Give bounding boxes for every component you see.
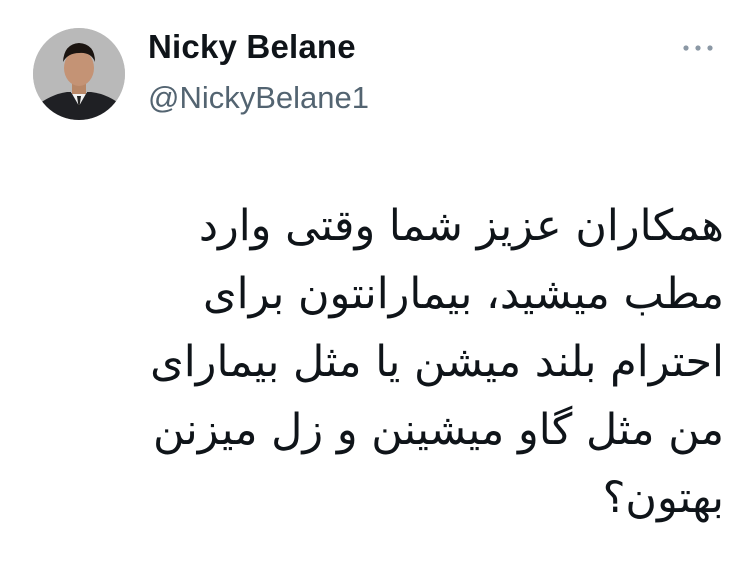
- avatar[interactable]: [33, 28, 125, 120]
- tweet-card: Nicky Belane @NickyBelane1 همکاران عزیز …: [0, 0, 750, 581]
- tweet-text-line: مطب میشید، بیمارانتون برای: [203, 269, 724, 319]
- tweet-text-line: بهتون؟: [602, 473, 724, 523]
- author-display-name[interactable]: Nicky Belane: [148, 28, 356, 66]
- tweet-text-line: همکاران عزیز شما وقتی وارد: [198, 201, 724, 251]
- author-handle[interactable]: @NickyBelane1: [148, 80, 369, 116]
- tweet-text-line: احترام بلند میشن یا مثل بیمارای: [150, 337, 724, 387]
- profile-photo-icon: [33, 28, 125, 120]
- more-horizontal-icon: [683, 45, 713, 51]
- tweet-text: همکاران عزیز شما وقتی وارد مطب میشید، بی…: [40, 192, 724, 532]
- tweet-text-line: من مثل گاو میشینن و زل میزنن: [153, 405, 724, 455]
- more-options-icon[interactable]: [680, 40, 716, 54]
